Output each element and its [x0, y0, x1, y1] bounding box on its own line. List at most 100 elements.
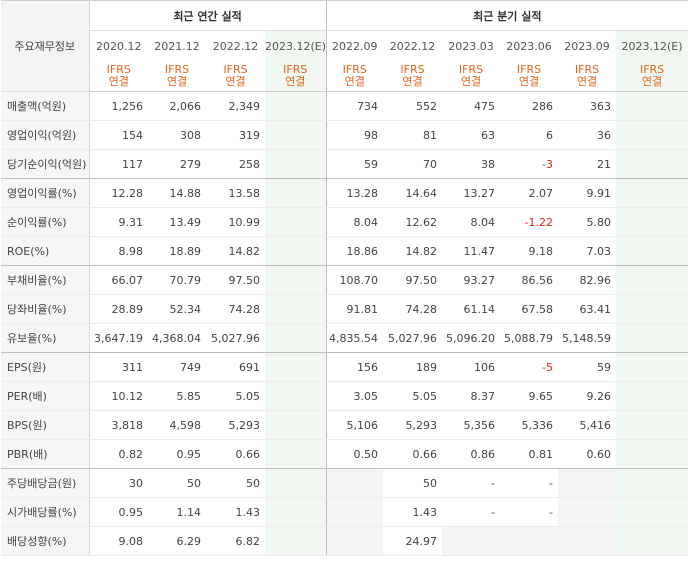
ifrs-basis-header: IFRS 연결: [558, 61, 617, 92]
table-cell: [616, 178, 689, 208]
table-cell: [616, 381, 689, 411]
table-cell: 1.14: [148, 497, 206, 527]
period-header: 2022.09: [325, 30, 384, 61]
row-label: 영업이익(억원): [1, 120, 90, 150]
row-label: 당좌비율(%): [1, 294, 90, 324]
row-label: 매출액(억원): [1, 91, 90, 121]
table-cell: [265, 497, 327, 527]
row-label: 부채비율(%): [1, 265, 90, 295]
table-cell: 691: [206, 352, 265, 382]
table-cell: 13.49: [148, 207, 206, 237]
table-cell: [265, 410, 327, 440]
table-cell: 749: [148, 352, 206, 382]
table-cell: 5,336: [500, 410, 559, 440]
table-cell: [616, 236, 689, 266]
table-cell: -: [500, 497, 559, 527]
table-cell: [265, 265, 327, 295]
table-cell: 91.81: [325, 294, 384, 324]
table-cell: -: [442, 497, 501, 527]
ifrs-basis-header: IFRS 연결: [383, 61, 443, 92]
table-cell: 5,088.79: [500, 323, 559, 353]
table-cell: [265, 381, 327, 411]
table-cell: 0.66: [383, 439, 443, 469]
table-cell: 2,066: [148, 91, 206, 121]
table-cell: 2,349: [206, 91, 265, 121]
table-cell: 286: [500, 91, 559, 121]
table-cell: [616, 352, 689, 382]
row-label: 유보율(%): [1, 323, 90, 353]
table-cell: 10.99: [206, 207, 265, 237]
consolidated-label: 연결: [460, 75, 482, 88]
table-cell: [500, 526, 559, 556]
table-cell: [265, 149, 327, 179]
row-label: 시가배당률(%): [1, 497, 90, 527]
table-cell: 82.96: [558, 265, 617, 295]
table-cell: 4,368.04: [148, 323, 206, 353]
table-cell: 67.58: [500, 294, 559, 324]
table-cell: 1,256: [89, 91, 148, 121]
table-cell: 38: [442, 149, 501, 179]
table-cell: 475: [442, 91, 501, 121]
row-label: BPS(원): [1, 410, 90, 440]
table-row: PBR(배) 0.82 0.95 0.66 0.50 0.66 0.86 0.81 0.60: [1, 439, 689, 469]
table-row: 부채비율(%) 66.07 70.79 97.50 108.70 97.50 93.27 86…: [1, 265, 689, 295]
table-cell: [265, 207, 327, 237]
consolidated-label: 연결: [225, 75, 246, 88]
table-cell: 28.89: [89, 294, 148, 324]
table-cell: [616, 120, 689, 150]
table-cell: 9.31: [89, 207, 148, 237]
table-cell: -3: [500, 149, 559, 179]
table-cell: 5.05: [383, 381, 443, 411]
table-cell: 5,293: [206, 410, 265, 440]
table-cell: [558, 468, 617, 498]
table-cell: 106: [442, 352, 501, 382]
table-cell: 5.80: [558, 207, 617, 237]
table-cell: 8.37: [442, 381, 501, 411]
table-cell: 0.50: [325, 439, 384, 469]
table-row: 영업이익률(%) 12.28 14.88 13.58 13.28 14.64 13.27 2.…: [1, 178, 689, 208]
table-cell: 5,148.59: [558, 323, 617, 353]
table-cell: [558, 497, 617, 527]
table-cell: [616, 294, 689, 324]
table-cell: 5,096.20: [442, 323, 501, 353]
table-cell: [616, 91, 689, 121]
table-cell: 50: [206, 468, 265, 498]
ifrs-basis-header: IFRS 연결: [148, 61, 206, 92]
table-cell: 5,027.96: [383, 323, 443, 353]
table-cell: 0.95: [148, 439, 206, 469]
table-cell: [442, 526, 501, 556]
table-cell: 93.27: [442, 265, 501, 295]
table-cell: 50: [383, 468, 443, 498]
table-cell: 319: [206, 120, 265, 150]
table-row: PER(배) 10.12 5.85 5.05 3.05 5.05 8.37 9.65 9.26: [1, 381, 689, 411]
table-cell: [325, 468, 384, 498]
table-cell: 2.07: [500, 178, 559, 208]
table-cell: 98: [325, 120, 384, 150]
row-label: PBR(배): [1, 439, 90, 469]
table-cell: 9.08: [89, 526, 148, 556]
period-header: 2020.12: [96, 39, 142, 53]
table-cell: 108.70: [325, 265, 384, 295]
period-header: 2023.12(E): [616, 30, 689, 61]
table-cell: 12.28: [89, 178, 148, 208]
table-cell: 63: [442, 120, 501, 150]
table-cell: 97.50: [383, 265, 443, 295]
table-row: 배당성향(%) 9.08 6.29 6.82 24.97: [1, 526, 689, 556]
table-cell: 11.47: [442, 236, 501, 266]
table-cell: 14.82: [383, 236, 443, 266]
table-cell: 1.43: [383, 497, 443, 527]
table-cell: [616, 207, 689, 237]
row-label: EPS(원): [1, 352, 90, 382]
table-cell: 5.05: [206, 381, 265, 411]
table-cell: [265, 352, 327, 382]
row-label: 순이익률(%): [1, 207, 90, 237]
table-cell: 363: [558, 91, 617, 121]
table-cell: -: [442, 468, 501, 498]
table-cell: 4,835.54: [325, 323, 384, 353]
table-cell: 36: [558, 120, 617, 150]
table-cell: 30: [89, 468, 148, 498]
table-cell: 61.14: [442, 294, 501, 324]
table-cell: [265, 323, 327, 353]
table-cell: [265, 526, 327, 556]
table-cell: [265, 120, 327, 150]
